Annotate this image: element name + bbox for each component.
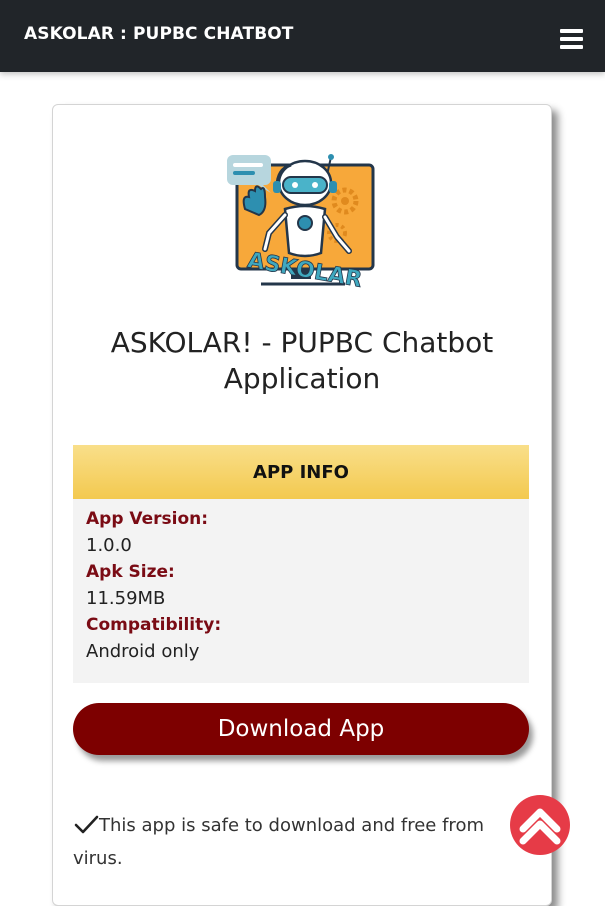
scroll-to-top-button[interactable] <box>510 795 570 855</box>
app-card: ASKOLAR ASKOLAR! - PUPBC Chatbot Applica… <box>52 104 552 906</box>
checkmark-icon <box>74 815 99 834</box>
top-navbar: ASKOLAR : PUPBC CHATBOT <box>0 0 605 72</box>
compatibility-value: Android only <box>86 641 200 662</box>
app-version-label: App Version: <box>86 509 209 529</box>
app-info-header: APP INFO <box>73 445 529 499</box>
safe-note-text: This app is safe to download and free fr… <box>73 815 484 869</box>
askolar-robot-logo: ASKOLAR <box>227 154 375 289</box>
compatibility-label: Compatibility: <box>86 615 222 635</box>
chevron-up-icon <box>519 808 561 845</box>
download-app-button[interactable]: Download App <box>73 703 529 755</box>
safe-note: This app is safe to download and free fr… <box>73 809 503 875</box>
apk-size-value: 11.59MB <box>86 588 166 609</box>
apk-size-label: Apk Size: <box>86 562 175 582</box>
hamburger-menu-icon[interactable] <box>560 29 583 49</box>
app-title: ASKOLAR! - PUPBC Chatbot Application <box>110 326 494 395</box>
app-version-value: 1.0.0 <box>86 535 132 556</box>
navbar-brand[interactable]: ASKOLAR : PUPBC CHATBOT <box>24 24 294 44</box>
app-info-panel: App Version: 1.0.0 Apk Size: 11.59MB Com… <box>73 499 529 683</box>
